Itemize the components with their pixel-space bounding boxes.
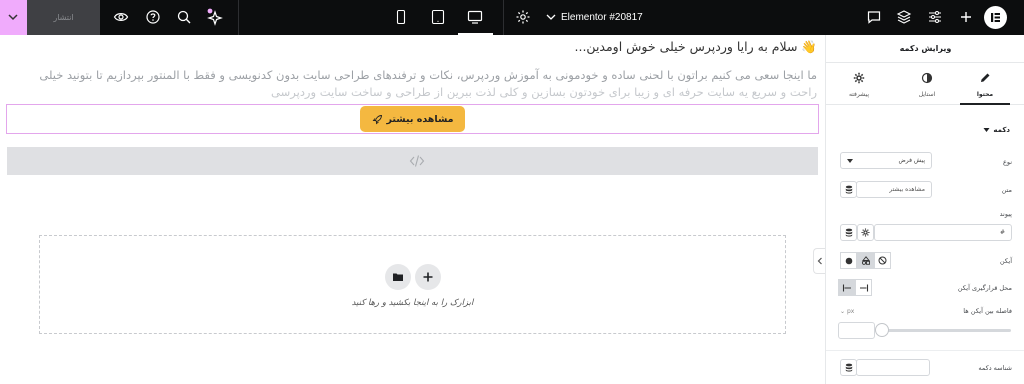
publish-options-toggle[interactable] <box>0 0 27 35</box>
gear-icon <box>853 72 865 84</box>
eye-icon[interactable] <box>113 9 129 25</box>
database-icon <box>845 363 852 372</box>
icon-spacing-label: فاصله بین آیکن ها <box>963 307 1012 315</box>
see-more-label: مشاهده بیشتر <box>386 113 454 125</box>
editor-panel: ویرایش دکمه محتوا استایل پیشرفته دکمه نو… <box>825 35 1024 384</box>
empty-section-drop-zone[interactable]: ابزارک را به اینجا بکشید و رها کنید <box>39 235 786 334</box>
button-id-dynamic-tags-button[interactable] <box>840 359 857 376</box>
button-id-input[interactable] <box>856 359 930 376</box>
icon-spacing-slider-track[interactable] <box>877 329 1011 332</box>
button-section-toggle[interactable]: دکمه <box>983 126 1010 134</box>
text-label: متن <box>1001 186 1012 194</box>
align-start-icon <box>842 284 851 291</box>
toolbar-divider <box>503 0 504 35</box>
shapes-icon <box>861 256 870 265</box>
button-id-label: شناسه دکمه <box>978 364 1012 372</box>
panel-title: ویرایش دکمه <box>826 35 1024 63</box>
settings-icon[interactable] <box>515 9 531 25</box>
code-icon <box>409 155 425 167</box>
plus-icon[interactable] <box>958 9 974 25</box>
welcome-heading[interactable]: 👋 سلام به رایا وردپرس خیلی خوش اومدین... <box>575 39 817 55</box>
tab-content[interactable]: محتوا <box>960 63 1010 105</box>
tab-content-label: محتوا <box>976 91 994 98</box>
icon-position-end[interactable] <box>855 279 872 296</box>
dynamic-tags-button[interactable] <box>840 181 857 198</box>
icon-none-option[interactable] <box>874 252 891 269</box>
unit-selector[interactable]: ⌄ px <box>840 308 854 315</box>
publish-button[interactable]: انتشار <box>27 0 100 35</box>
icon-label: آیکن <box>999 257 1012 265</box>
toolbar-divider <box>238 0 239 35</box>
ban-icon <box>878 256 887 265</box>
caret-down-icon <box>983 128 990 132</box>
tab-style-label: استایل <box>918 91 936 98</box>
tab-advanced-label: پیشرفته <box>848 91 870 98</box>
chat-icon[interactable] <box>866 9 882 25</box>
elementor-logo[interactable] <box>984 6 1007 29</box>
link-options-button[interactable] <box>857 224 874 241</box>
add-section-button[interactable] <box>415 264 441 290</box>
intro-paragraph[interactable]: ما اینجا سعی می کنیم براتون با لحنی ساده… <box>39 68 817 82</box>
tablet-icon[interactable] <box>430 9 446 25</box>
text-input[interactable]: مشاهده بیشتر <box>856 181 932 198</box>
icon-position-start[interactable] <box>838 279 855 296</box>
link-label: پیوند <box>999 210 1012 218</box>
database-icon <box>845 185 852 194</box>
rocket-icon <box>372 114 382 124</box>
plus-icon <box>423 272 433 282</box>
panel-tabs: محتوا استایل پیشرفته <box>826 63 1024 105</box>
icon-position-toggle <box>838 279 872 296</box>
add-template-button[interactable] <box>385 264 411 290</box>
icon-library-option[interactable] <box>857 252 874 269</box>
sliders-icon[interactable] <box>927 9 943 25</box>
html-widget-placeholder[interactable] <box>7 147 818 175</box>
icon-spacing-input[interactable] <box>838 322 875 339</box>
section-title: دکمه <box>993 126 1010 134</box>
chevron-down-icon <box>8 14 18 21</box>
unit-value: px <box>846 308 855 315</box>
see-more-button[interactable]: مشاهده بیشتر <box>360 106 465 132</box>
elementor-logo-icon <box>991 13 1000 22</box>
link-input[interactable]: # <box>874 224 1012 241</box>
circle-icon <box>845 257 852 264</box>
search-icon[interactable] <box>176 9 192 25</box>
contrast-icon <box>921 72 933 84</box>
folder-icon <box>393 273 403 281</box>
help-icon[interactable] <box>145 9 161 25</box>
icon-upload-svg-option[interactable] <box>840 252 857 269</box>
desktop-device-tab[interactable] <box>458 0 493 35</box>
chevron-down-icon[interactable] <box>543 9 559 25</box>
chevron-down-icon <box>847 159 853 163</box>
sparkle-icon[interactable] <box>205 7 225 27</box>
drop-zone-hint: ابزارک را به اینجا بکشید و رها کنید <box>351 298 474 308</box>
page-title[interactable]: Elementor #20817 <box>561 0 643 35</box>
panel-divider <box>826 350 1024 351</box>
icon-picker <box>840 252 891 269</box>
link-dynamic-tags-button[interactable] <box>840 224 857 241</box>
top-bar: انتشار Elementor #20817 <box>0 0 1024 35</box>
type-select[interactable]: پیش فرض <box>840 152 932 169</box>
intro-paragraph-line2[interactable]: راحت و سریع یه سایت حرفه ای و زیبا برای … <box>271 85 817 99</box>
panel-collapse-handle[interactable] <box>813 248 825 274</box>
icon-spacing-slider-handle[interactable] <box>875 323 889 337</box>
tab-style[interactable]: استایل <box>902 63 952 105</box>
type-select-value: پیش فرض <box>898 157 925 164</box>
type-label: نوع <box>1002 158 1012 166</box>
desktop-icon <box>467 10 483 24</box>
chevron-left-icon <box>817 257 822 265</box>
pencil-icon <box>981 73 990 82</box>
layers-icon[interactable] <box>896 9 912 25</box>
icon-position-label: محل قرارگیری آیکن <box>957 284 1012 292</box>
tab-advanced[interactable]: پیشرفته <box>834 63 884 105</box>
mobile-icon[interactable] <box>393 9 409 25</box>
gear-icon <box>861 228 870 237</box>
editor-canvas: 👋 سلام به رایا وردپرس خیلی خوش اومدین...… <box>0 35 825 384</box>
align-end-icon <box>859 284 868 291</box>
database-icon <box>845 228 852 237</box>
